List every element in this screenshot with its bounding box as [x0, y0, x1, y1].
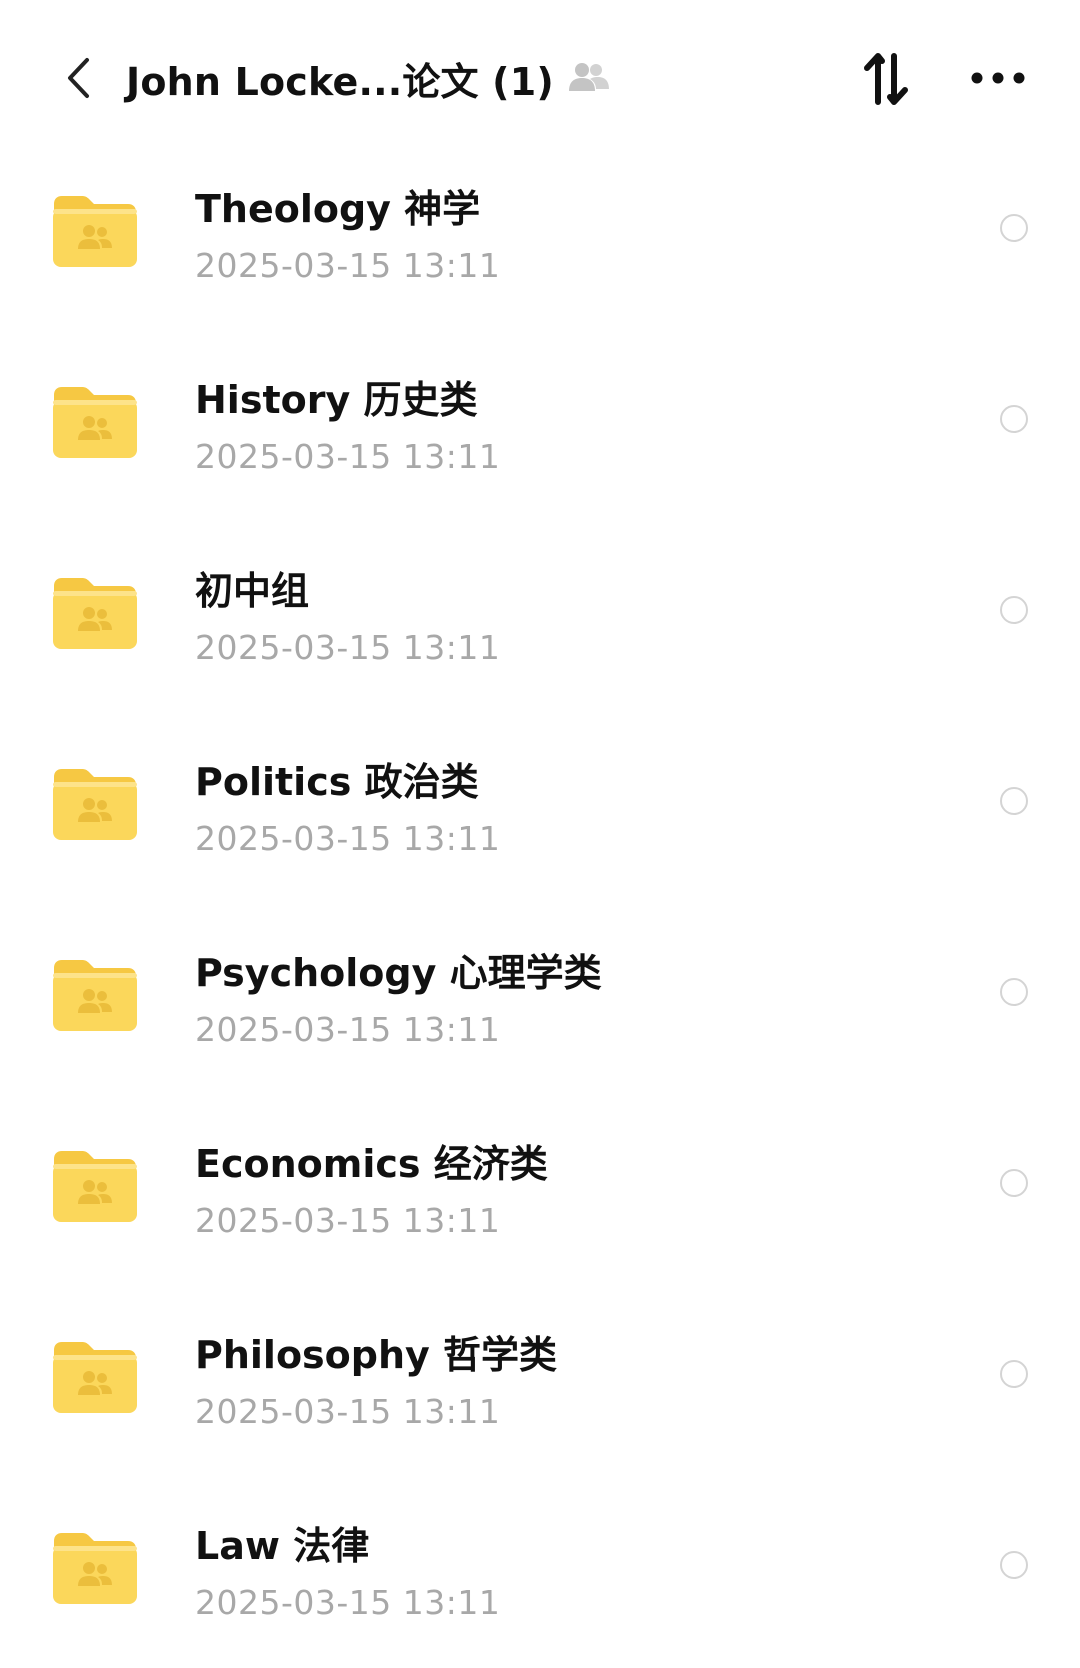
folder-name: Psychology 心理学类 [195, 951, 602, 995]
folder-row[interactable]: 初中组 2025-03-15 13:11 [0, 522, 1080, 713]
shared-folder-icon [53, 769, 137, 840]
shared-folder-icon [53, 1151, 137, 1222]
folder-name: Law 法律 [195, 1524, 370, 1568]
sort-button[interactable] [858, 50, 914, 108]
folder-list: Theology 神学 2025-03-15 13:11 History 历史类… [0, 140, 1080, 1668]
select-checkbox[interactable] [1000, 596, 1028, 624]
ellipsis-icon [971, 72, 1025, 84]
folder-row[interactable]: Theology 神学 2025-03-15 13:11 [0, 140, 1080, 331]
select-checkbox[interactable] [1000, 1360, 1028, 1388]
folder-date: 2025-03-15 13:11 [195, 1201, 501, 1240]
folder-row[interactable]: Psychology 心理学类 2025-03-15 13:11 [0, 904, 1080, 1095]
folder-name: Economics 经济类 [195, 1142, 548, 1186]
back-button[interactable] [56, 54, 100, 102]
sort-arrows-icon [864, 53, 908, 105]
shared-folder-icon [53, 578, 137, 649]
folder-date: 2025-03-15 13:11 [195, 246, 501, 285]
select-checkbox[interactable] [1000, 214, 1028, 242]
shared-folder-icon [53, 1342, 137, 1413]
chevron-left-icon [68, 58, 89, 98]
folder-row[interactable]: Law 法律 2025-03-15 13:11 [0, 1477, 1080, 1668]
shared-folder-icon [53, 960, 137, 1031]
top-nav-bar: John Locke...论文 (1) [0, 40, 1080, 116]
select-checkbox[interactable] [1000, 978, 1028, 1006]
select-checkbox[interactable] [1000, 1551, 1028, 1579]
more-options-button[interactable] [966, 58, 1030, 98]
folder-row[interactable]: Economics 经济类 2025-03-15 13:11 [0, 1095, 1080, 1286]
people-icon [568, 61, 610, 95]
page-title: John Locke...论文 (1) [126, 59, 554, 104]
folder-date: 2025-03-15 13:11 [195, 1583, 501, 1622]
folder-row[interactable]: Politics 政治类 2025-03-15 13:11 [0, 713, 1080, 904]
folder-row[interactable]: History 历史类 2025-03-15 13:11 [0, 331, 1080, 522]
select-checkbox[interactable] [1000, 1169, 1028, 1197]
folder-date: 2025-03-15 13:11 [195, 819, 501, 858]
folder-date: 2025-03-15 13:11 [195, 628, 501, 667]
folder-date: 2025-03-15 13:11 [195, 1392, 501, 1431]
select-checkbox[interactable] [1000, 405, 1028, 433]
folder-row[interactable]: Philosophy 哲学类 2025-03-15 13:11 [0, 1286, 1080, 1477]
folder-name: History 历史类 [195, 378, 478, 422]
folder-name: Politics 政治类 [195, 760, 479, 804]
select-checkbox[interactable] [1000, 787, 1028, 815]
shared-folder-icon [53, 1533, 137, 1604]
folder-date: 2025-03-15 13:11 [195, 437, 501, 476]
folder-name: Theology 神学 [195, 187, 481, 231]
title-group: John Locke...论文 (1) [126, 48, 610, 108]
folder-name: Philosophy 哲学类 [195, 1333, 558, 1377]
shared-folder-icon [53, 387, 137, 458]
shared-folder-icon [53, 196, 137, 267]
folder-name: 初中组 [195, 569, 310, 613]
folder-date: 2025-03-15 13:11 [195, 1010, 501, 1049]
